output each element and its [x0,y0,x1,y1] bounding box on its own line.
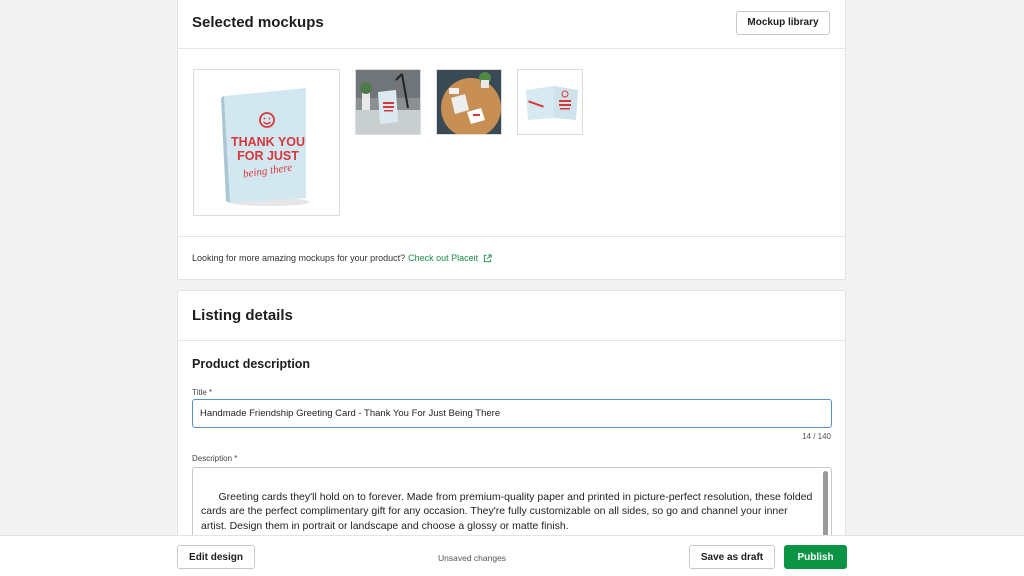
description-field-label: Description * [192,454,238,463]
placeit-link[interactable]: Check out Placeit [408,253,492,263]
greeting-card-image: THANK YOU FOR JUST being there [194,70,339,215]
desk-scene-image [356,70,420,134]
mockups-footer-text: Looking for more amazing mockups for you… [192,253,406,263]
mockup-library-button[interactable]: Mockup library [736,10,830,35]
page: Selected mockups Mockup library THANK YO… [0,0,1024,576]
save-draft-button[interactable]: Save as draft [689,545,775,569]
unsaved-status: Unsaved changes [438,553,507,563]
listing-header: Listing details [178,291,845,341]
mockups-title: Selected mockups [192,14,324,31]
selected-mockups-card: Selected mockups Mockup library THANK YO… [177,0,846,280]
table-scene-image [437,70,501,134]
listing-title: Listing details [192,307,293,324]
edit-design-button[interactable]: Edit design [177,545,255,569]
placeit-link-label: Check out Placeit [408,253,479,263]
mockup-thumb-desk[interactable] [355,69,421,135]
card-text-line1: THANK YOU [231,135,305,149]
mockups-header: Selected mockups Mockup library [178,0,845,49]
bottom-action-bar: Edit design Unsaved changes Save as draf… [0,535,1024,576]
listing-details-card: Listing details Product description Titl… [177,290,846,576]
description-scrollbar[interactable] [823,471,828,543]
title-field-label: Title * [192,388,213,397]
mockup-thumb-open-card[interactable] [517,69,583,135]
open-card-image [518,70,582,134]
title-char-count: 14 / 140 [802,432,831,441]
title-input[interactable] [192,399,832,428]
publish-button[interactable]: Publish [784,545,847,569]
external-link-icon [484,253,492,262]
mockup-thumb-main[interactable]: THANK YOU FOR JUST being there [193,69,340,216]
mockup-thumb-table[interactable] [436,69,502,135]
mockups-footer: Looking for more amazing mockups for you… [178,236,845,279]
product-description-heading: Product description [192,357,311,371]
